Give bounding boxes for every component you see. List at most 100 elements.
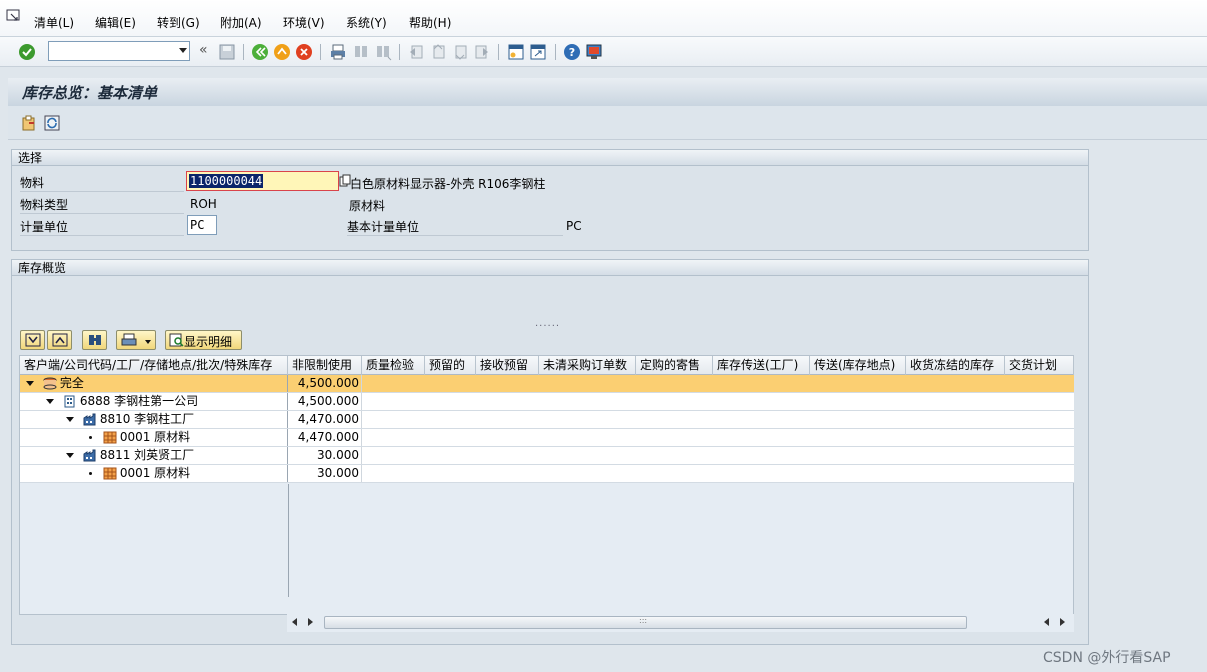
column-header-unrestricted[interactable]: 非限制使用 (288, 356, 362, 375)
exit-icon[interactable] (273, 43, 291, 61)
watermark: CSDN @外行看SAP (1043, 650, 1171, 666)
collapse-node-icon[interactable] (46, 399, 54, 404)
customize-layout-icon[interactable] (585, 43, 603, 61)
tree-node-label: 8811 刘英贤工厂 (99, 448, 195, 462)
find-button[interactable] (82, 330, 107, 350)
tree-row-company[interactable]: 6888 李钢柱第一公司 4,500.000 (20, 393, 1074, 411)
leaf-bullet-icon (89, 436, 92, 439)
expand-all-button[interactable] (20, 330, 45, 350)
chevron-down-icon (145, 340, 151, 344)
enter-check-icon[interactable] (18, 43, 36, 61)
scroll-right-end-icon[interactable] (1060, 618, 1065, 626)
column-header-consignment-ordered[interactable]: 定购的寄售 (636, 356, 713, 375)
select-icon[interactable] (20, 114, 38, 132)
tree-row-total[interactable]: 完全 4,500.000 (20, 375, 1074, 393)
tree-row-storage-location[interactable]: 0001 原材料 4,470.000 (20, 429, 1074, 447)
menu-list[interactable]: 清单(L) (34, 14, 74, 31)
material-type-label: 物料类型 (20, 196, 184, 214)
tree-node-label: 0001 原材料 (119, 430, 191, 444)
create-session-icon[interactable] (507, 43, 525, 61)
base-uom-value: PC (566, 219, 582, 233)
tree-node-label: 完全 (59, 376, 84, 390)
unrestricted-value: 4,470.000 (288, 429, 362, 446)
storage-location-icon (103, 467, 117, 480)
command-field[interactable] (48, 41, 190, 61)
last-page-icon[interactable] (473, 43, 491, 61)
chevron-down-icon[interactable] (179, 48, 187, 53)
system-menu-icon[interactable] (6, 9, 22, 23)
collapse-all-button[interactable] (47, 330, 72, 350)
material-label: 物料 (20, 174, 184, 192)
tree-row-storage-location[interactable]: 0001 原材料 30.000 (20, 465, 1074, 483)
help-icon[interactable]: ? (563, 43, 581, 61)
show-detail-label: 显示明细 (184, 335, 233, 349)
refresh-icon[interactable] (43, 114, 61, 132)
collapse-arrows-icon[interactable]: « (199, 42, 208, 58)
scroll-left-end-icon[interactable] (1044, 618, 1049, 626)
unrestricted-value: 4,500.000 (288, 375, 362, 392)
cancel-icon[interactable] (295, 43, 313, 61)
tree-node-label: 6888 李钢柱第一公司 (79, 394, 199, 408)
menu-environment[interactable]: 环境(V) (283, 14, 325, 31)
tree-row-plant[interactable]: 8811 刘英贤工厂 30.000 (20, 447, 1074, 465)
next-page-icon[interactable] (451, 43, 469, 61)
column-divider (288, 484, 289, 597)
menu-help[interactable]: 帮助(H) (409, 14, 451, 31)
print-icon (121, 333, 137, 346)
find-icon[interactable] (352, 43, 370, 61)
collapse-node-icon[interactable] (66, 453, 74, 458)
uom-field[interactable]: PC (187, 215, 217, 235)
material-field-value: 1100000044 (189, 174, 264, 188)
column-header-receipt-reservation[interactable]: 接收预留 (476, 356, 539, 375)
print-menu-button[interactable] (116, 330, 156, 350)
horizontal-scrollbar[interactable]: ::: (287, 614, 1074, 632)
find-next-icon[interactable] (374, 43, 392, 61)
application-toolbar (8, 106, 1207, 140)
standard-toolbar: « ? (0, 37, 1207, 67)
first-page-icon[interactable] (407, 43, 425, 61)
menu-edit[interactable]: 编辑(E) (95, 14, 136, 31)
material-type-description: 原材料 (349, 199, 386, 213)
tree-node-label: 0001 原材料 (119, 466, 191, 480)
scroll-left-icon[interactable] (292, 618, 297, 626)
menu-goto[interactable]: 转到(G) (157, 14, 200, 31)
unrestricted-value: 4,500.000 (288, 393, 362, 410)
detail-magnifier-icon (169, 333, 184, 347)
binoculars-icon (89, 335, 101, 345)
collapse-node-icon[interactable] (66, 417, 74, 422)
collapse-node-icon[interactable] (26, 381, 34, 386)
collapse-all-icon (52, 333, 68, 347)
column-header-hierarchy[interactable]: 客户端/公司代码/工厂/存储地点/批次/特殊库存 (20, 356, 288, 375)
unrestricted-value: 30.000 (288, 447, 362, 464)
shortcut-icon[interactable] (529, 43, 547, 61)
title-bar: 库存总览：基本清单 (8, 78, 1207, 106)
uom-label: 计量单位 (20, 218, 184, 236)
scrollbar-thumb[interactable]: ::: (324, 616, 967, 629)
menu-system[interactable]: 系统(Y) (346, 14, 387, 31)
column-header-transfer-sloc[interactable]: 传送(库存地点) (810, 356, 906, 375)
tree-node-label: 8810 李钢柱工厂 (99, 412, 195, 426)
column-header-gr-blocked[interactable]: 收货冻结的库存 (906, 356, 1005, 375)
column-header-reserved[interactable]: 预留的 (425, 356, 476, 375)
scroll-right-icon[interactable] (308, 618, 313, 626)
menu-extras[interactable]: 附加(A) (220, 14, 262, 31)
stock-overview-group-title: 库存概览 (12, 260, 1088, 276)
show-detail-button[interactable]: 显示明细 (165, 330, 242, 350)
tree-row-plant[interactable]: 8810 李钢柱工厂 4,470.000 (20, 411, 1074, 429)
material-field[interactable]: 1100000044 (186, 171, 339, 191)
save-icon[interactable] (218, 43, 236, 61)
splitter-handle[interactable]: ...... (535, 318, 560, 329)
back-icon[interactable] (251, 43, 269, 61)
previous-page-icon[interactable] (429, 43, 447, 61)
column-header-open-po[interactable]: 未清采购订单数 (539, 356, 636, 375)
column-header-quality-inspection[interactable]: 质量检验 (362, 356, 425, 375)
print-icon[interactable] (329, 43, 347, 61)
company-building-icon (64, 395, 75, 408)
page-title: 库存总览：基本清单 (22, 84, 158, 102)
uom-field-value: PC (190, 218, 205, 232)
selection-group-title: 选择 (12, 150, 1088, 166)
storage-location-icon (103, 431, 117, 444)
menu-bar: 清单(L) 编辑(E) 转到(G) 附加(A) 环境(V) 系统(Y) 帮助(H… (0, 0, 1207, 37)
column-header-delivery-schedule[interactable]: 交货计划 (1005, 356, 1074, 375)
column-header-transfer-plant[interactable]: 库存传送(工厂) (713, 356, 810, 375)
